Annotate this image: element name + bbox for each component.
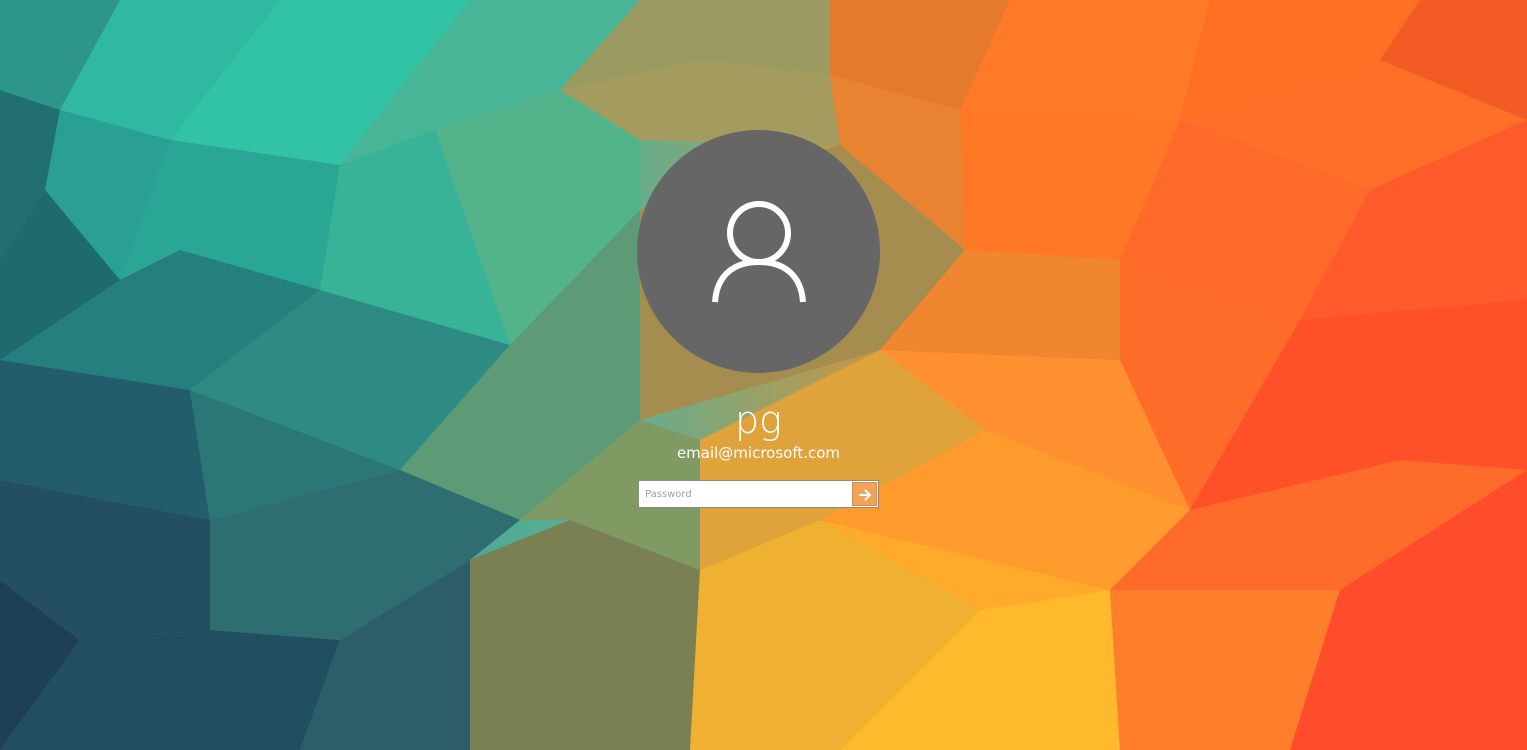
user-avatar [637, 130, 880, 373]
lock-screen: pg email@microsoft.com [0, 0, 1527, 750]
password-box [638, 480, 879, 508]
user-name: pg [735, 398, 782, 442]
sign-in-panel: pg email@microsoft.com [0, 0, 1527, 750]
submit-button[interactable] [852, 482, 877, 506]
arrow-right-icon [859, 489, 872, 501]
user-email: email@microsoft.com [676, 444, 841, 462]
user-silhouette-icon [712, 201, 806, 303]
password-input[interactable] [640, 482, 852, 506]
